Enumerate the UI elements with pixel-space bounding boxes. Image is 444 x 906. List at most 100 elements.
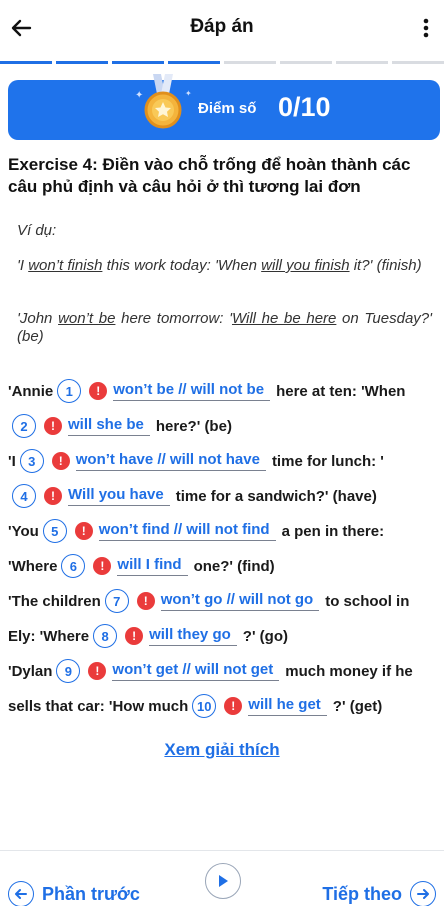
question-number-badge: 3 — [19, 449, 44, 473]
exclamation-icon: ! — [44, 417, 62, 435]
answer-blank[interactable]: will he get — [248, 696, 327, 716]
example-text: 'John — [17, 310, 59, 327]
line-text: one?' (find) — [193, 557, 275, 575]
score-card: ✦ ✦ Điểm số 0/10 — [8, 74, 440, 140]
answer-blank[interactable]: won’t find // will not find — [98, 521, 276, 541]
line-text: 'Annie — [8, 382, 54, 400]
more-options-button[interactable] — [418, 14, 434, 42]
answer-blank[interactable]: won’t have // will not have — [75, 451, 266, 471]
question-number-badge: 10 — [192, 694, 217, 718]
exclamation-icon: ! — [51, 452, 70, 470]
answer-blank[interactable]: won’t get // will not get — [112, 661, 280, 681]
question-line: 'You 5 ! won’t find // will not find a p… — [8, 517, 384, 545]
question-number-badge: 2 — [12, 414, 36, 438]
header: Đáp án — [0, 0, 444, 60]
exclamation-icon: ! — [88, 662, 107, 680]
next-button[interactable]: Tiếp theo — [322, 881, 436, 906]
question-number-badge: 5 — [42, 519, 67, 543]
exclamation-icon: ! — [74, 522, 93, 540]
line-text: 'You — [8, 522, 39, 540]
question-number-badge: 6 — [61, 554, 86, 578]
play-button[interactable] — [205, 863, 241, 899]
previous-label: Phần trước — [42, 883, 140, 904]
line-text: a pen in there: — [281, 522, 385, 540]
line-text: 'Where — [8, 557, 58, 575]
exercise-title: Exercise 4: Điền vào chỗ trống để hoàn t… — [8, 155, 411, 196]
line-text: ?' (get) — [332, 697, 383, 715]
question-number-badge: 7 — [104, 589, 129, 613]
line-text: ?' (go) — [242, 627, 288, 645]
question-number-badge: 1 — [57, 379, 82, 403]
example-label: Ví dụ: — [17, 222, 57, 239]
bottom-nav: Phần trước Tiếp theo — [0, 850, 444, 906]
answer-blank[interactable]: will they go — [149, 626, 237, 646]
page-title: Đáp án — [190, 16, 254, 37]
question-line: 'Annie 1 ! won’t be // will not be here … — [8, 377, 405, 405]
answer-blank[interactable]: won’t be // will not be — [113, 381, 271, 401]
svg-text:✦: ✦ — [185, 89, 192, 98]
line-text: time for a sandwich?' (have) — [175, 487, 377, 505]
previous-section-button[interactable]: Phần trước — [8, 881, 140, 906]
question-line: sells that car: 'How much 10 ! will he g… — [8, 692, 382, 720]
example-text: this work today: 'When — [102, 257, 262, 274]
progress-segment — [0, 61, 52, 64]
question-number-badge: 9 — [56, 659, 81, 683]
line-text: 'The children — [8, 592, 101, 610]
example-underlined: won’t be — [58, 310, 116, 327]
exclamation-icon: ! — [44, 487, 62, 505]
progress-segment — [280, 61, 332, 64]
arrow-right-icon — [410, 881, 436, 906]
progress-segment — [112, 61, 164, 64]
question-number-badge: 4 — [12, 484, 36, 508]
exclamation-icon: ! — [136, 592, 155, 610]
question-line: 'Where 6 ! will I find one?' (find) — [8, 552, 275, 580]
score-label: Điểm số — [198, 100, 257, 117]
answer-blank[interactable]: won’t go // will not go — [160, 591, 320, 611]
progress-segment — [224, 61, 276, 64]
question-line: 'The children 7 ! won’t go // will not g… — [8, 587, 409, 615]
example-text: it?' (finish) — [349, 257, 422, 274]
example-sentence-2: 'John won’t be here tomorrow: 'Will he b… — [17, 310, 432, 346]
example-underlined: won’t finish — [28, 257, 103, 274]
progress-segment — [336, 61, 388, 64]
view-explanation-link[interactable]: Xem giải thích — [0, 740, 444, 760]
example-underlined: will you finish — [261, 257, 350, 274]
example-underlined: Will he be here — [231, 310, 337, 327]
line-text: time for lunch: ' — [271, 452, 384, 470]
line-text: 'Dylan — [8, 662, 53, 680]
question-number-badge: 8 — [93, 624, 118, 648]
score-value: 0/10 — [278, 92, 331, 122]
line-text: Ely: 'Where — [8, 627, 90, 645]
arrow-left-icon — [8, 881, 34, 906]
exclamation-icon: ! — [89, 382, 108, 400]
exclamation-icon: ! — [125, 627, 144, 645]
progress-segment — [392, 61, 444, 64]
progress-segment — [168, 61, 220, 64]
question-line: 'Dylan 9 ! won’t get // will not get muc… — [8, 657, 413, 685]
answer-blank[interactable]: will I find — [117, 556, 188, 576]
example-sentence-1: 'I won’t finish this work today: 'When w… — [17, 257, 432, 275]
example-text: here tomorrow: ' — [115, 310, 232, 327]
svg-text:✦: ✦ — [135, 90, 143, 101]
answer-blank[interactable]: Will you have — [68, 486, 170, 506]
play-icon — [219, 875, 228, 887]
question-line: 4 ! Will you have time for a sandwich?' … — [8, 482, 377, 510]
line-text: here at ten: 'When — [276, 382, 406, 400]
line-text: to school in — [325, 592, 410, 610]
question-line: Ely: 'Where 8 ! will they go ?' (go) — [8, 622, 288, 650]
line-text: sells that car: 'How much — [8, 697, 189, 715]
line-text: much money if he — [285, 662, 413, 680]
exclamation-icon: ! — [93, 557, 112, 575]
line-text: 'I — [8, 452, 16, 470]
question-line: 2 ! will she be here?' (be) — [8, 412, 232, 440]
next-label: Tiếp theo — [322, 883, 402, 904]
example-text: 'I — [17, 257, 29, 274]
medal-icon: ✦ ✦ — [135, 74, 192, 129]
question-line: 'I 3 ! won’t have // will not have time … — [8, 447, 384, 475]
exclamation-icon: ! — [224, 697, 243, 715]
progress-segment — [56, 61, 108, 64]
answer-blank[interactable]: will she be — [68, 416, 150, 436]
progress-bar — [0, 61, 444, 64]
line-text: here?' (be) — [155, 417, 232, 435]
more-vertical-icon — [423, 18, 429, 38]
